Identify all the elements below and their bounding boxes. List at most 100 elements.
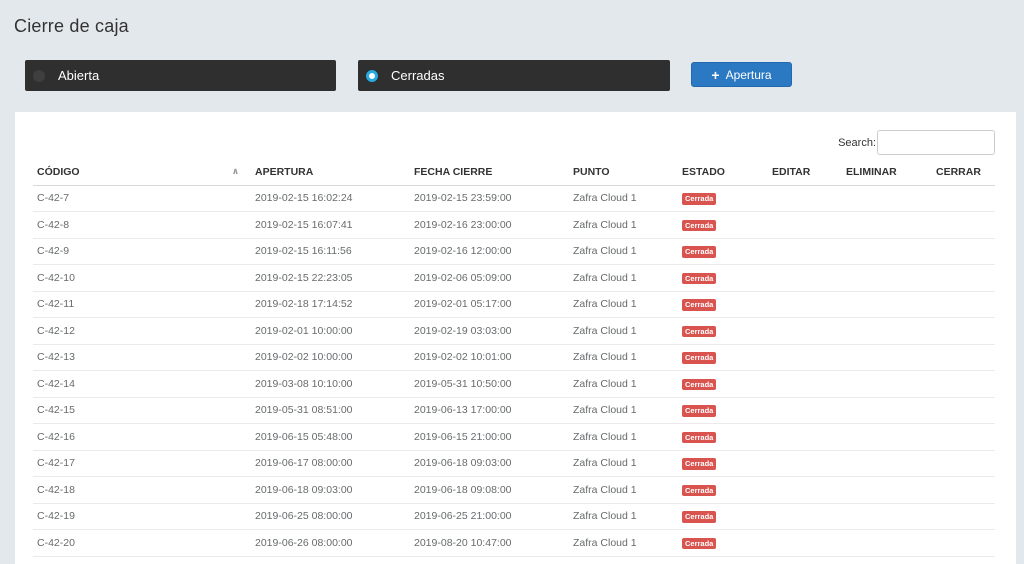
table-row[interactable]: C-42-16 2019-06-15 05:48:00 2019-06-15 21:… xyxy=(33,423,995,451)
cell-fecha-cierre: 2019-02-02 10:01:00 xyxy=(410,344,569,371)
cell-apertura: 2019-03-08 10:10:00 xyxy=(251,370,410,398)
cell-eliminar xyxy=(842,476,932,504)
cell-estado: Cerrada xyxy=(678,238,768,265)
cell-editar xyxy=(768,370,842,398)
cell-codigo: C-42-11 xyxy=(33,291,251,318)
cell-editar xyxy=(768,344,842,371)
table-row[interactable]: C-42-17 2019-06-17 08:00:00 2019-06-18 09:… xyxy=(33,450,995,477)
cell-apertura: 2019-06-18 09:03:00 xyxy=(251,476,410,504)
cell-codigo: C-42-19 xyxy=(33,503,251,530)
status-badge: Cerrada xyxy=(682,511,717,523)
cell-eliminar xyxy=(842,264,932,292)
status-badge: Cerrada xyxy=(682,193,717,205)
cell-estado: Cerrada xyxy=(678,291,768,318)
table-row[interactable]: C-42-15 2019-05-31 08:51:00 2019-06-13 17:… xyxy=(33,397,995,424)
cell-cerrar xyxy=(932,238,995,265)
filter-closed[interactable]: Cerradas xyxy=(358,60,670,91)
cell-codigo: C-42-15 xyxy=(33,397,251,424)
table-row[interactable]: C-42-19 2019-06-25 08:00:00 2019-06-25 21:… xyxy=(33,503,995,530)
cell-fecha-cierre: 2019-06-25 21:00:00 xyxy=(410,503,569,530)
cell-eliminar xyxy=(842,344,932,371)
cell-apertura: 2019-06-25 08:00:00 xyxy=(251,503,410,530)
table-row[interactable]: C-42-14 2019-03-08 10:10:00 2019-05-31 10:… xyxy=(33,370,995,398)
cell-codigo: C-42-18 xyxy=(33,476,251,504)
cell-fecha-cierre: 2019-06-18 09:03:00 xyxy=(410,450,569,477)
cell-apertura: 2019-02-15 16:11:56 xyxy=(251,238,410,265)
cell-estado: Cerrada xyxy=(678,317,768,345)
status-badge: Cerrada xyxy=(682,458,717,470)
header-apertura[interactable]: APERTURA xyxy=(251,159,410,186)
cell-apertura: 2019-06-15 05:48:00 xyxy=(251,423,410,451)
header-cerrar: CERRAR xyxy=(932,159,995,186)
filter-open[interactable]: Abierta xyxy=(25,60,336,91)
status-badge: Cerrada xyxy=(682,378,717,390)
cell-punto: Zafra Cloud 1 xyxy=(569,503,678,530)
table-row[interactable]: C-42-20 2019-06-26 08:00:00 2019-08-20 10:… xyxy=(33,529,995,557)
cell-eliminar xyxy=(842,211,932,239)
cell-apertura: 2019-02-18 17:14:52 xyxy=(251,291,410,318)
header-eliminar: ELIMINAR xyxy=(842,159,932,186)
table-row[interactable]: C-42-13 2019-02-02 10:00:00 2019-02-02 10:… xyxy=(33,344,995,371)
table-row[interactable]: C-42-11 2019-02-18 17:14:52 2019-02-01 05:… xyxy=(33,291,995,318)
header-punto[interactable]: PUNTO xyxy=(569,159,678,186)
cell-punto: Zafra Cloud 1 xyxy=(569,423,678,451)
cell-codigo: C-42-17 xyxy=(33,450,251,477)
cell-punto: Zafra Cloud 1 xyxy=(569,476,678,504)
cell-editar xyxy=(768,238,842,265)
cell-punto: Zafra Cloud 1 xyxy=(569,529,678,557)
cell-cerrar xyxy=(932,211,995,239)
cell-editar xyxy=(768,185,842,212)
cell-codigo: C-42-7 xyxy=(33,185,251,212)
cell-fecha-cierre: 2019-06-18 09:08:00 xyxy=(410,476,569,504)
cell-estado: Cerrada xyxy=(678,211,768,239)
cell-apertura: 2019-02-02 10:00:00 xyxy=(251,344,410,371)
cell-codigo: C-42-10 xyxy=(33,264,251,292)
sort-asc-icon[interactable]: ∧ xyxy=(232,166,239,177)
cell-fecha-cierre: 2019-05-31 10:50:00 xyxy=(410,370,569,398)
cierres-table: CÓDIGO ∧ APERTURA FECHA CIERRE PUNTO EST… xyxy=(33,159,995,557)
status-badge: Cerrada xyxy=(682,484,717,496)
cell-editar xyxy=(768,211,842,239)
cell-fecha-cierre: 2019-02-16 23:00:00 xyxy=(410,211,569,239)
cell-cerrar xyxy=(932,291,995,318)
status-badge: Cerrada xyxy=(682,352,717,364)
cell-editar xyxy=(768,423,842,451)
search-input[interactable] xyxy=(877,130,995,155)
cell-apertura: 2019-02-15 16:07:41 xyxy=(251,211,410,239)
cell-codigo: C-42-13 xyxy=(33,344,251,371)
radio-open[interactable] xyxy=(33,69,45,82)
cell-estado: Cerrada xyxy=(678,450,768,477)
cell-eliminar xyxy=(842,185,932,212)
cell-editar xyxy=(768,317,842,345)
cell-editar xyxy=(768,397,842,424)
cell-fecha-cierre: 2019-02-19 03:03:00 xyxy=(410,317,569,345)
table-row[interactable]: C-42-12 2019-02-01 10:00:00 2019-02-19 03:… xyxy=(33,317,995,345)
cell-cerrar xyxy=(932,264,995,292)
status-badge: Cerrada xyxy=(682,272,717,284)
apertura-button[interactable]: + Apertura xyxy=(691,62,792,87)
cell-codigo: C-42-9 xyxy=(33,238,251,265)
table-row[interactable]: C-42-10 2019-02-15 22:23:05 2019-02-06 05:… xyxy=(33,264,995,292)
cell-cerrar xyxy=(932,370,995,398)
cell-estado: Cerrada xyxy=(678,503,768,530)
cell-eliminar xyxy=(842,450,932,477)
cell-eliminar xyxy=(842,503,932,530)
cell-eliminar xyxy=(842,317,932,345)
cell-estado: Cerrada xyxy=(678,370,768,398)
header-estado[interactable]: ESTADO xyxy=(678,159,768,186)
table-row[interactable]: C-42-7 2019-02-15 16:02:24 2019-02-15 23:5… xyxy=(33,185,995,212)
radio-closed[interactable] xyxy=(366,69,378,82)
cell-estado: Cerrada xyxy=(678,529,768,557)
cell-cerrar xyxy=(932,423,995,451)
cell-fecha-cierre: 2019-02-01 05:17:00 xyxy=(410,291,569,318)
header-fecha-cierre[interactable]: FECHA CIERRE xyxy=(410,159,569,186)
header-codigo-label: CÓDIGO xyxy=(37,165,80,178)
table-row[interactable]: C-42-8 2019-02-15 16:07:41 2019-02-16 23:0… xyxy=(33,211,995,239)
table-row[interactable]: C-42-18 2019-06-18 09:03:00 2019-06-18 09:… xyxy=(33,476,995,504)
cell-fecha-cierre: 2019-08-20 10:47:00 xyxy=(410,529,569,557)
cell-punto: Zafra Cloud 1 xyxy=(569,370,678,398)
table-row[interactable]: C-42-9 2019-02-15 16:11:56 2019-02-16 12:0… xyxy=(33,238,995,265)
cell-estado: Cerrada xyxy=(678,476,768,504)
header-codigo[interactable]: CÓDIGO ∧ xyxy=(33,159,251,186)
status-badge: Cerrada xyxy=(682,219,717,231)
